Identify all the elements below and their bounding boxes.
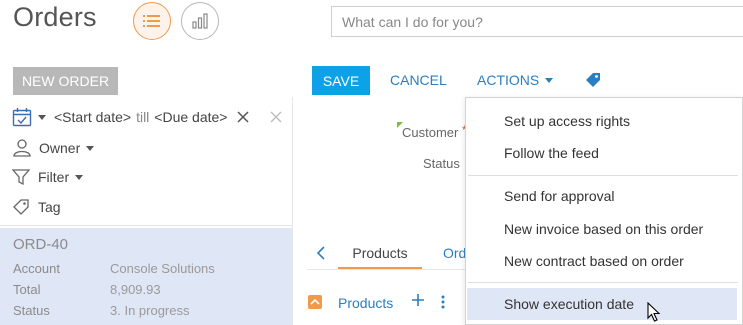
search-input[interactable] [331,6,743,37]
plus-icon [412,294,424,306]
actions-label: ACTIONS [477,72,540,88]
filter-label: Filter [38,169,70,185]
tag-button[interactable] [585,72,601,93]
menu-item-new-invoice[interactable]: New invoice based on this order [467,213,737,245]
card-row-status: Status 3. In progress [13,303,190,318]
filter-panel: <Start date> till <Due date> Owner Filte… [0,97,293,228]
chevron-up-icon [310,298,320,305]
close-icon[interactable] [237,111,249,123]
record-card[interactable]: ORD-40 Account Console Solutions Total 8,9… [0,228,292,325]
menu-separator [468,282,738,283]
list-view-button[interactable] [133,2,171,40]
due-date-field[interactable]: <Due date> [154,109,227,125]
chevron-down-icon [38,114,46,120]
card-row-total: Total 8,909.93 [13,282,161,297]
tag-icon [586,73,600,87]
kebab-icon [441,295,445,309]
card-row-account: Account Console Solutions [13,261,215,276]
save-button[interactable]: SAVE [312,66,370,95]
menu-separator [468,175,738,176]
cancel-button[interactable]: CANCEL [390,72,447,88]
filter-icon [12,169,30,186]
chevron-down-icon [545,77,554,83]
filter-dropdown[interactable]: Filter [12,168,84,186]
cursor-icon [647,301,661,325]
tab-products[interactable]: Products [338,239,422,269]
actions-menu: Set up access rights Follow the feed Sen… [465,97,743,325]
period-dropdown[interactable] [12,107,54,127]
user-icon [13,139,31,157]
chart-view-icon [192,13,208,29]
record-id: ORD-40 [13,236,69,253]
more-options-button[interactable] [440,294,446,315]
actions-button[interactable]: ACTIONS [477,72,554,88]
tabs-underline [307,269,467,270]
till-label: till [136,109,150,125]
customer-label: Customer [402,125,459,140]
divider [0,225,293,226]
date-filter-row: <Start date> till <Due date> [12,107,282,127]
menu-item-access-rights[interactable]: Set up access rights [467,105,737,137]
menu-item-send-approval[interactable]: Send for approval [467,180,737,212]
new-order-button[interactable]: NEW ORDER [13,67,118,95]
chart-view-button[interactable] [181,2,219,40]
owner-label: Owner [39,140,81,156]
tag-filter[interactable]: Tag [12,198,61,216]
panel-divider [292,97,293,325]
menu-item-new-contract[interactable]: New contract based on order [467,245,737,277]
chevron-down-icon [75,174,84,180]
clear-filter-icon[interactable] [270,111,282,123]
tab-orders[interactable]: Ord [443,245,466,261]
chevron-down-icon [86,145,95,151]
owner-filter[interactable]: Owner [12,138,95,158]
page-title: Orders [13,2,97,32]
start-date-field[interactable]: <Start date> [54,109,131,125]
tabs-scroll-left[interactable] [316,245,326,266]
products-detail-title[interactable]: Products [338,295,393,311]
tag-label: Tag [38,199,61,215]
menu-item-show-execution-date[interactable]: Show execution date [467,288,737,320]
list-view-icon [143,15,160,27]
status-label: Status [423,156,460,171]
tag-icon [13,199,29,215]
add-product-button[interactable] [411,292,425,311]
calendar-icon [12,108,32,127]
collapse-toggle[interactable] [308,295,322,309]
chevron-left-icon [316,246,325,260]
menu-item-follow-feed[interactable]: Follow the feed [467,137,737,169]
